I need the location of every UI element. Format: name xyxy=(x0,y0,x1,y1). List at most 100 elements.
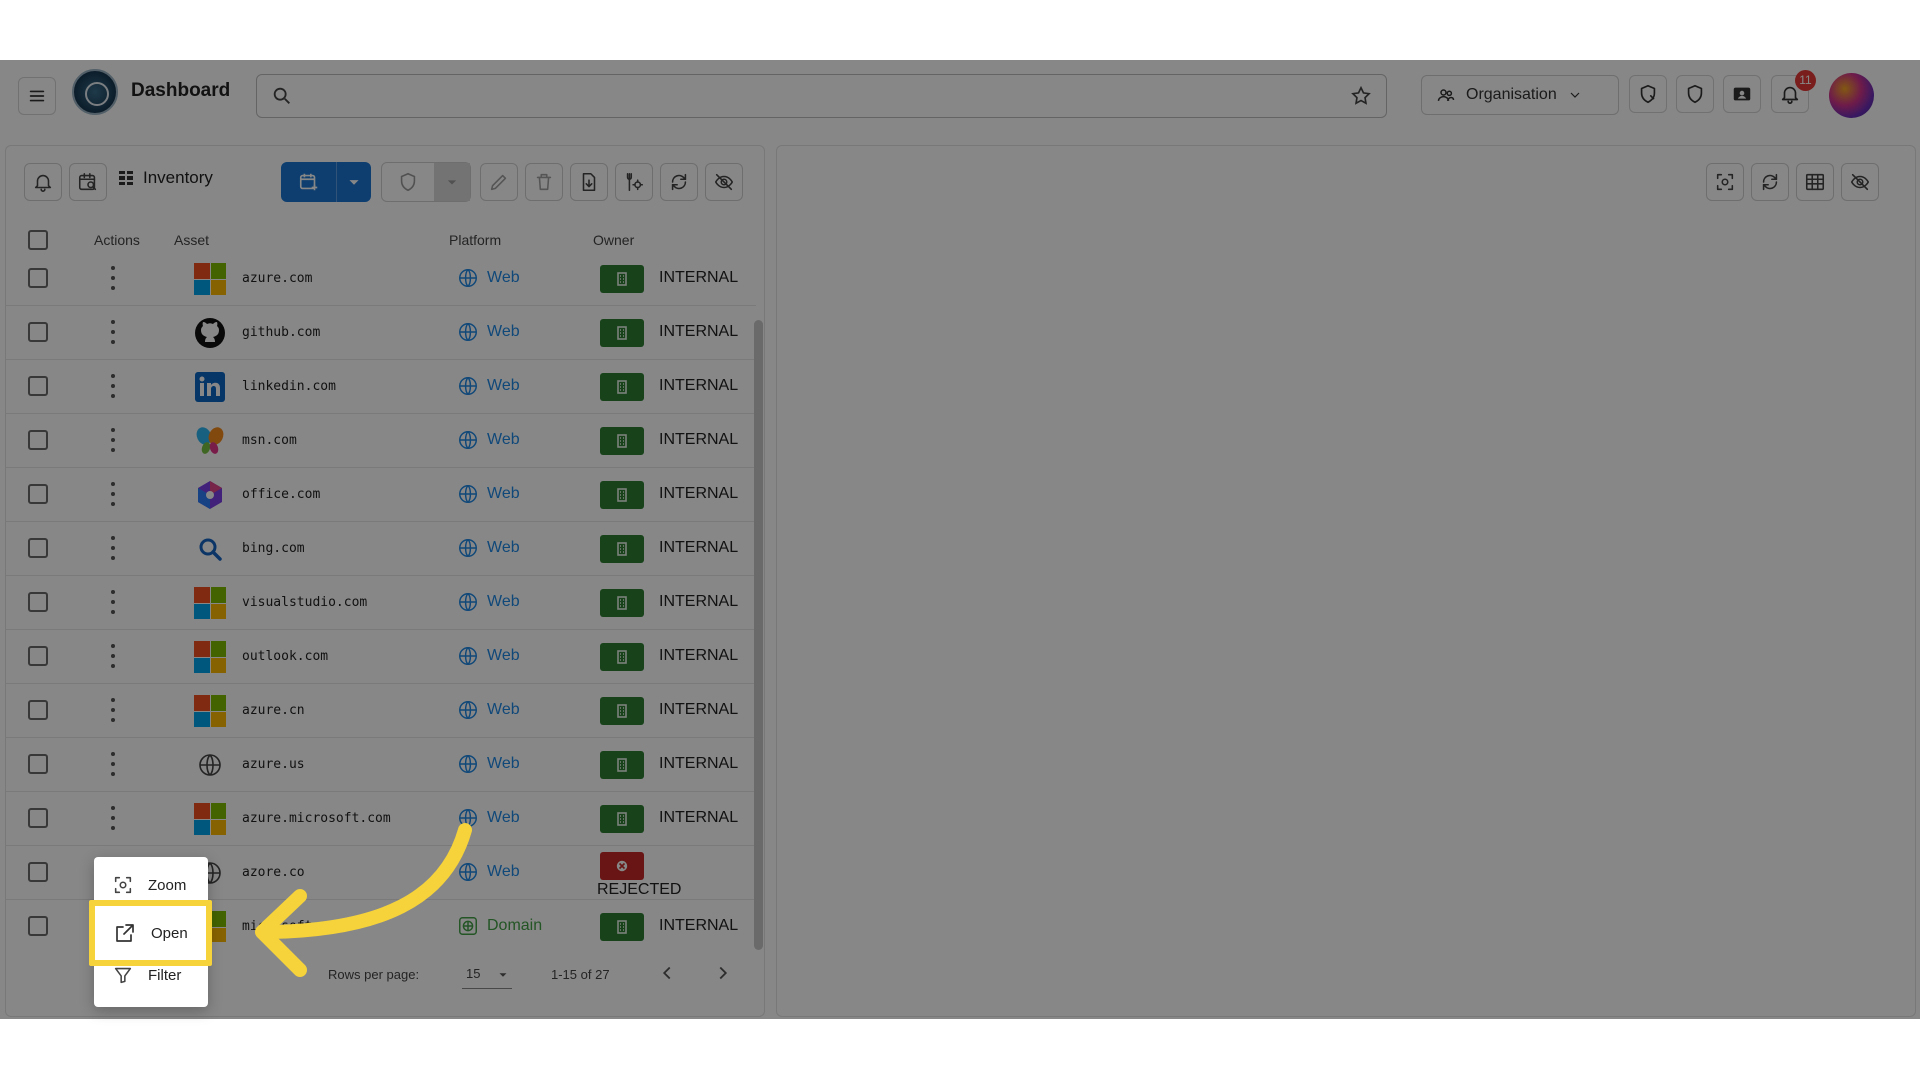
row-checkbox[interactable] xyxy=(28,916,48,936)
asset-name[interactable]: github.com xyxy=(242,325,320,340)
row-actions-button[interactable] xyxy=(110,752,116,776)
hide-panel-button[interactable] xyxy=(1841,163,1879,201)
table-row[interactable]: azure.microsoft.com Web INTERNAL xyxy=(6,792,756,846)
previous-page-button[interactable] xyxy=(656,962,678,984)
platform-link[interactable]: Domain xyxy=(457,915,542,937)
platform-link[interactable]: Web xyxy=(457,753,520,775)
column-asset[interactable]: Asset xyxy=(174,232,209,248)
delete-button[interactable] xyxy=(525,163,563,201)
platform-label: Web xyxy=(487,269,520,286)
row-checkbox[interactable] xyxy=(28,268,48,288)
platform-link[interactable]: Web xyxy=(457,645,520,667)
platform-link[interactable]: Web xyxy=(457,321,520,343)
row-checkbox[interactable] xyxy=(28,754,48,774)
asset-name[interactable]: azure.cn xyxy=(242,703,305,718)
organisation-dropdown[interactable]: Organisation xyxy=(1421,75,1619,115)
asset-name[interactable]: azure.us xyxy=(242,757,305,772)
table-row[interactable]: azure.com Web INTERNAL xyxy=(6,262,756,306)
table-scrollbar[interactable] xyxy=(754,320,763,950)
owner-label: INTERNAL xyxy=(659,647,739,664)
asset-name[interactable]: azore.co xyxy=(242,865,305,880)
avatar[interactable] xyxy=(1829,73,1874,118)
table-row[interactable]: linkedin.com Web INTERNAL xyxy=(6,360,756,414)
row-checkbox[interactable] xyxy=(28,808,48,828)
add-asset-button[interactable] xyxy=(281,162,371,202)
platform-link[interactable]: Web xyxy=(457,483,520,505)
table-row[interactable]: msn.com Web INTERNAL xyxy=(6,414,756,468)
star-icon[interactable] xyxy=(1350,85,1372,107)
shield-action-dropdown[interactable] xyxy=(434,163,470,201)
row-checkbox[interactable] xyxy=(28,592,48,612)
shield-check-button[interactable] xyxy=(1629,75,1667,113)
add-asset-dropdown[interactable] xyxy=(337,162,371,202)
row-actions-button[interactable] xyxy=(110,482,116,506)
calendar-search-button[interactable] xyxy=(69,163,107,201)
row-checkbox[interactable] xyxy=(28,700,48,720)
asset-name[interactable]: microsoft.com xyxy=(242,919,344,934)
add-asset-main[interactable] xyxy=(281,162,337,202)
row-actions-button[interactable] xyxy=(110,320,116,344)
shield-action-group[interactable] xyxy=(381,162,471,202)
row-actions-button[interactable] xyxy=(110,644,116,668)
column-platform[interactable]: Platform xyxy=(449,232,501,248)
alerts-button[interactable] xyxy=(24,163,62,201)
row-actions-button[interactable] xyxy=(110,428,116,452)
row-checkbox[interactable] xyxy=(28,322,48,342)
table-row[interactable]: bing.com Web INTERNAL xyxy=(6,522,756,576)
contact-card-button[interactable] xyxy=(1723,75,1761,113)
refresh-button[interactable] xyxy=(1751,163,1789,201)
platform-link[interactable]: Web xyxy=(457,807,520,829)
asset-name[interactable]: bing.com xyxy=(242,541,305,556)
menu-item-open[interactable]: Open xyxy=(95,906,206,960)
row-actions-button[interactable] xyxy=(110,374,116,398)
row-checkbox[interactable] xyxy=(28,430,48,450)
row-actions-button[interactable] xyxy=(110,590,116,614)
refresh-button[interactable] xyxy=(660,163,698,201)
row-actions-button[interactable] xyxy=(110,806,116,830)
rows-per-page-select[interactable]: 15 xyxy=(462,961,512,989)
platform-link[interactable]: Web xyxy=(457,429,520,451)
edit-button[interactable] xyxy=(480,163,518,201)
row-checkbox[interactable] xyxy=(28,376,48,396)
platform-link[interactable]: Web xyxy=(457,267,520,289)
column-owner[interactable]: Owner xyxy=(593,232,634,248)
platform-link[interactable]: Web xyxy=(457,591,520,613)
asset-name[interactable]: azure.com xyxy=(242,271,312,286)
table-row[interactable]: visualstudio.com Web INTERNAL xyxy=(6,576,756,630)
asset-name[interactable]: outlook.com xyxy=(242,649,328,664)
table-view-button[interactable] xyxy=(1796,163,1834,201)
asset-name[interactable]: visualstudio.com xyxy=(242,595,367,610)
platform-link[interactable]: Web xyxy=(457,375,520,397)
row-checkbox[interactable] xyxy=(28,862,48,882)
focus-button[interactable] xyxy=(1706,163,1744,201)
table-row[interactable]: office.com Web INTERNAL xyxy=(6,468,756,522)
asset-name[interactable]: msn.com xyxy=(242,433,297,448)
row-checkbox[interactable] xyxy=(28,646,48,666)
tools-button[interactable] xyxy=(615,163,653,201)
platform-link[interactable]: Web xyxy=(457,699,520,721)
row-actions-button[interactable] xyxy=(110,536,116,560)
platform-link[interactable]: Web xyxy=(457,537,520,559)
shield-action-button[interactable] xyxy=(382,163,434,201)
table-row[interactable]: outlook.com Web INTERNAL xyxy=(6,630,756,684)
search-input[interactable] xyxy=(305,83,1305,111)
table-row[interactable]: github.com Web INTERNAL xyxy=(6,306,756,360)
row-actions-button[interactable] xyxy=(110,698,116,722)
row-checkbox[interactable] xyxy=(28,484,48,504)
export-button[interactable] xyxy=(570,163,608,201)
row-checkbox[interactable] xyxy=(28,538,48,558)
asset-name[interactable]: office.com xyxy=(242,487,320,502)
row-actions-button[interactable] xyxy=(110,266,116,290)
hide-button[interactable] xyxy=(705,163,743,201)
shield-button[interactable] xyxy=(1676,75,1714,113)
menu-item-zoom[interactable]: Zoom xyxy=(94,863,208,907)
next-page-button[interactable] xyxy=(712,962,734,984)
table-row[interactable]: azure.us Web INTERNAL xyxy=(6,738,756,792)
menu-button[interactable] xyxy=(18,77,56,115)
search-bar[interactable] xyxy=(256,74,1387,118)
select-all-checkbox[interactable] xyxy=(28,230,48,250)
platform-link[interactable]: Web xyxy=(457,861,520,883)
asset-name[interactable]: azure.microsoft.com xyxy=(242,811,391,826)
asset-name[interactable]: linkedin.com xyxy=(242,379,336,394)
table-row[interactable]: azure.cn Web INTERNAL xyxy=(6,684,756,738)
